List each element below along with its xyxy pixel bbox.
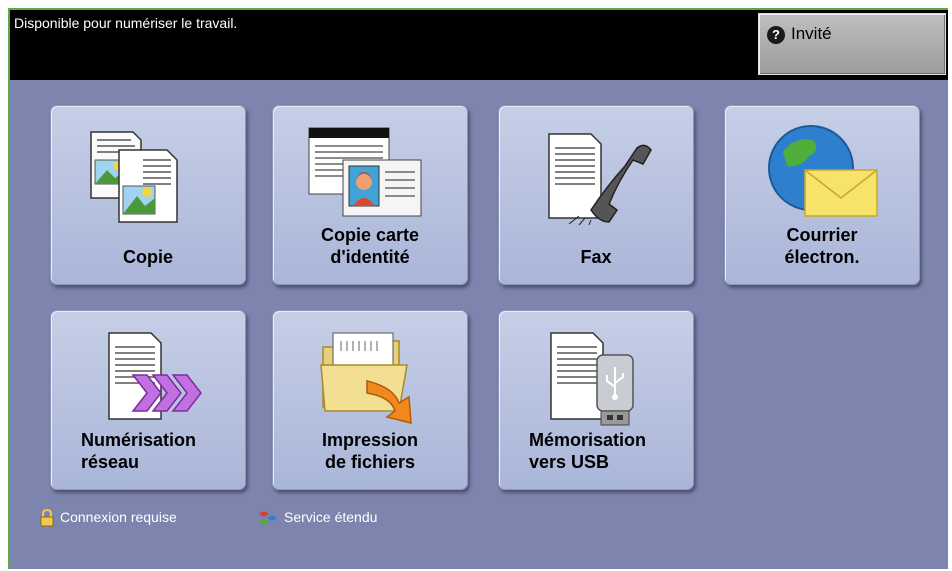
lock-icon	[40, 509, 54, 527]
service-email-button[interactable]: Courrier électron.	[724, 105, 920, 285]
service-fax-label: Fax	[580, 247, 612, 267]
service-usb-store-button[interactable]: Mémorisation vers USB	[498, 310, 694, 490]
legend-login-required: Connexion requise	[38, 509, 177, 527]
legend-login-required-label: Connexion requise	[60, 509, 177, 525]
service-email-label: Courrier électron.	[784, 225, 860, 267]
service-copy-button[interactable]: Copie	[50, 105, 246, 285]
guest-login-label: Invité	[791, 24, 832, 43]
status-message: Disponible pour numériser le travail.	[14, 15, 238, 31]
question-icon: ?	[767, 26, 785, 44]
service-copy-label: Copie	[122, 247, 173, 267]
service-id-card-copy-label: Copie carte d'identité	[320, 225, 420, 267]
extended-service-icon	[259, 511, 277, 526]
service-network-scan-button[interactable]: Numérisation réseau	[50, 310, 246, 490]
status-bar: Disponible pour numériser le travail. ? …	[10, 10, 948, 80]
network-scan-icon	[108, 332, 202, 420]
service-print-files-label: Impression de fichiers	[321, 430, 419, 472]
fax-icon	[548, 133, 652, 226]
usb-icon	[550, 332, 634, 426]
legend-extended-service-label: Service étendu	[284, 509, 378, 525]
service-usb-store-label: Mémorisation vers USB	[529, 430, 647, 472]
email-icon	[768, 125, 878, 217]
service-network-scan-label: Numérisation réseau	[81, 430, 197, 472]
copy-icon	[90, 131, 178, 223]
print-files-icon	[320, 332, 412, 424]
service-fax-button[interactable]: Fax	[498, 105, 694, 285]
service-print-files-button[interactable]: Impression de fichiers	[272, 310, 468, 490]
id-card-icon	[308, 127, 422, 217]
guest-login-button[interactable]: ? Invité	[758, 13, 946, 75]
legend-extended-service: Service étendu	[258, 509, 377, 527]
services-home-screen: Disponible pour numériser le travail. ? …	[8, 8, 948, 569]
device-window: Disponible pour numériser le travail. ? …	[0, 0, 952, 571]
service-id-card-copy-button[interactable]: Copie carte d'identité	[272, 105, 468, 285]
